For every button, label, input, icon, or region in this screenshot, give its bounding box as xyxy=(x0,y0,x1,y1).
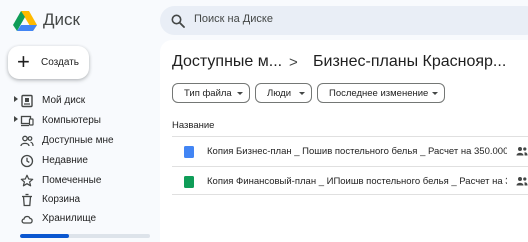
sidebar-item-recent[interactable]: Недавние xyxy=(0,152,155,170)
search-bar[interactable]: Поиск на Диске xyxy=(160,6,528,35)
google-docs-icon xyxy=(184,146,194,158)
table-row[interactable]: Копия Финансовый-план _ ИПоишв постельно… xyxy=(172,166,528,195)
sidebar-item-label: Недавние xyxy=(42,155,88,166)
sidebar-item-label: Компьютеры xyxy=(42,115,101,126)
my-drive-icon xyxy=(21,94,33,108)
sidebar-item-shared-with-me[interactable]: Доступные мне xyxy=(0,132,155,150)
storage-usage-bar xyxy=(20,234,150,238)
column-header-name[interactable]: Название xyxy=(172,120,214,131)
sidebar-item-label: Мой диск xyxy=(42,95,86,106)
trash-icon xyxy=(22,193,32,207)
sidebar-item-my-drive[interactable]: Мой диск xyxy=(0,92,155,110)
create-button-label: Создать xyxy=(41,57,80,68)
filter-file-type[interactable]: Тип файла xyxy=(172,83,250,103)
search-icon[interactable] xyxy=(171,14,185,28)
main-content: Доступные м... > Бизнес-планы Краснояр..… xyxy=(160,40,528,242)
filter-last-modified[interactable]: Последнее изменение xyxy=(317,83,445,103)
starred-icon xyxy=(20,174,34,187)
sidebar-item-computers[interactable]: Компьютеры xyxy=(0,112,155,130)
sidebar-item-trash[interactable]: Корзина xyxy=(0,191,155,209)
chevron-down-icon xyxy=(237,92,243,95)
shared-people-icon xyxy=(516,147,528,156)
shared-people-icon xyxy=(516,177,528,186)
file-name: Копия Финансовый-план _ ИПоишв постельно… xyxy=(207,176,507,187)
expand-arrow-icon[interactable] xyxy=(14,96,18,102)
sidebar-item-label: Хранилище xyxy=(42,213,96,224)
chevron-down-icon xyxy=(432,92,438,95)
create-button[interactable]: + Создать xyxy=(8,46,89,79)
sidebar-item-label: Доступные мне xyxy=(42,135,114,146)
filter-label: Последнее изменение xyxy=(329,88,429,99)
app-title: Диск xyxy=(43,10,80,29)
google-drive-logo-icon xyxy=(13,11,37,31)
sidebar-item-starred[interactable]: Помеченные xyxy=(0,172,155,190)
search-input[interactable]: Поиск на Диске xyxy=(194,13,273,25)
breadcrumb-separator-icon: > xyxy=(289,54,298,71)
plus-icon: + xyxy=(17,49,30,74)
storage-usage-fill xyxy=(20,234,70,238)
breadcrumb-item-folder[interactable]: Бизнес-планы Краснояр... xyxy=(313,53,506,71)
table-row[interactable]: Копия Бизнес-план _ Пошив постельного бе… xyxy=(172,136,528,165)
filter-label: Люди xyxy=(267,88,292,99)
recent-icon xyxy=(20,154,34,168)
filter-label: Тип файла xyxy=(184,88,232,99)
sidebar-item-label: Корзина xyxy=(42,194,81,205)
computers-icon xyxy=(20,115,34,127)
file-name: Копия Бизнес-план _ Пошив постельного бе… xyxy=(207,146,507,157)
shared-with-me-icon xyxy=(20,135,34,147)
sidebar-item-storage[interactable]: Хранилище xyxy=(0,210,155,228)
filter-people[interactable]: Люди xyxy=(255,83,312,103)
google-sheets-icon xyxy=(184,176,194,188)
sidebar-item-label: Помеченные xyxy=(42,175,102,186)
chevron-down-icon xyxy=(299,92,305,95)
breadcrumb-item-shared[interactable]: Доступные м... xyxy=(172,53,282,71)
storage-icon xyxy=(21,215,33,224)
expand-arrow-icon[interactable] xyxy=(14,116,18,122)
